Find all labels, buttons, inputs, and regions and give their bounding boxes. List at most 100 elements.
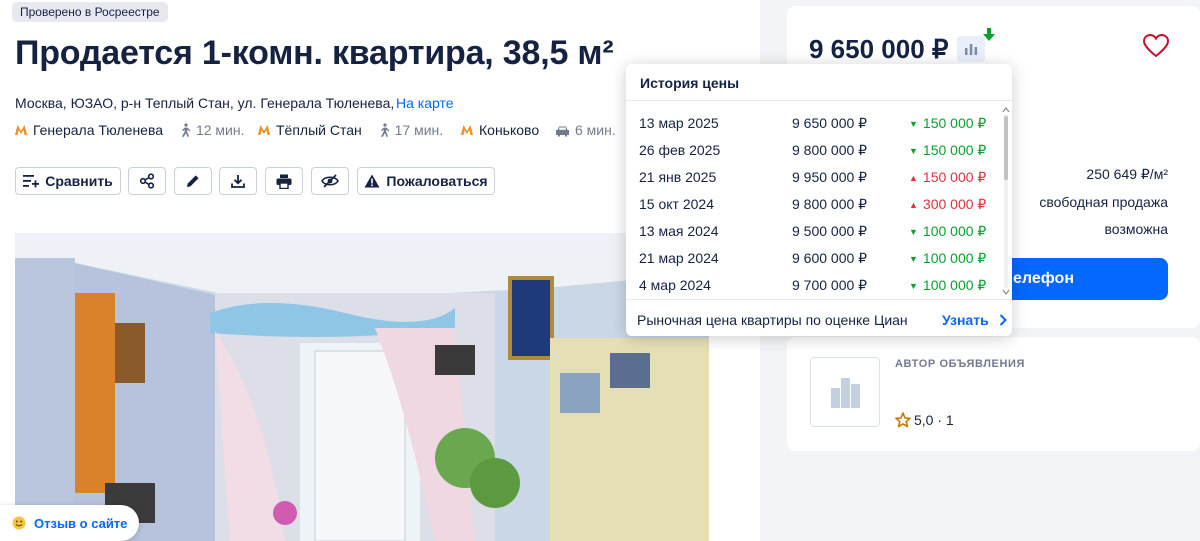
history-price: 9 950 000 ₽ [792, 169, 868, 185]
verified-badge: Проверено в Росреестре [12, 2, 168, 22]
history-row: 4 мар 2024 9 700 000 ₽ ▼ 100 000 ₽ [626, 272, 1002, 298]
history-row: 13 мая 2024 9 500 000 ₽ ▼ 100 000 ₽ [626, 218, 1002, 245]
history-row: 15 окт 2024 9 800 000 ₽ ▲ 300 000 ₽ [626, 191, 1002, 218]
history-date: 13 мая 2024 [639, 223, 719, 239]
divider [626, 299, 1012, 300]
history-change: ▲ 300 000 ₽ [909, 191, 986, 219]
eye-off-icon [321, 174, 339, 188]
increase-icon: ▲ [909, 200, 918, 210]
page-title: Продается 1-комн. квартира, 38,5 м² [15, 34, 614, 72]
increase-icon: ▲ [909, 173, 918, 183]
share-icon [139, 173, 155, 189]
complain-button[interactable]: Пожаловаться [357, 167, 495, 195]
history-date: 13 мар 2025 [639, 115, 719, 131]
metro-item[interactable]: Генерала Тюленева 12 мин. [15, 121, 244, 139]
history-change: ▼ 100 000 ₽ [909, 245, 986, 273]
learn-more-link[interactable]: Узнать [942, 311, 1007, 329]
rating-value: 5,0 · 1 [914, 412, 954, 428]
history-date: 26 фев 2025 [639, 142, 721, 158]
listing-photo[interactable] [15, 233, 709, 541]
metro-time: 17 мин. [394, 122, 444, 138]
history-price: 9 650 000 ₽ [792, 115, 868, 131]
history-scrollbar[interactable] [1002, 106, 1010, 296]
author-avatar[interactable] [810, 357, 880, 427]
history-change: ▲ 150 000 ₽ [909, 164, 986, 192]
author-rating[interactable]: 5,0 · 1 [895, 411, 954, 429]
price-drop-icon [983, 28, 995, 41]
history-change: ▼ 150 000 ₽ [909, 137, 986, 165]
room-photo-image [15, 233, 709, 541]
history-row: 21 янв 2025 9 950 000 ₽ ▲ 150 000 ₽ [626, 164, 1002, 191]
price-history-popup: История цены 13 мар 2025 9 650 000 ₽ ▼ 15… [626, 64, 1012, 336]
scroll-down-icon[interactable] [1002, 288, 1010, 296]
complain-label: Пожаловаться [386, 173, 488, 189]
price-value: 9 650 000 ₽ [809, 34, 949, 64]
share-button[interactable] [128, 167, 166, 195]
price-history-button[interactable] [957, 36, 985, 62]
metro-item[interactable]: Коньково 6 мин. [461, 121, 616, 139]
walk-icon [380, 123, 390, 137]
history-change: ▼ 100 000 ₽ [909, 272, 986, 298]
car-icon [556, 126, 569, 137]
scroll-up-icon[interactable] [1002, 106, 1010, 114]
scroll-thumb[interactable] [1004, 116, 1008, 180]
price-per-m2: 250 649 ₽/м² [1086, 166, 1168, 182]
decrease-icon: ▼ [909, 119, 918, 129]
metro-time: 12 мин. [195, 122, 245, 138]
printer-icon [276, 174, 292, 189]
history-date: 15 окт 2024 [639, 196, 714, 212]
metro-item[interactable]: Тёплый Стан 17 мин. [258, 121, 443, 139]
show-phone-button[interactable]: елефон [987, 258, 1168, 300]
hide-button[interactable] [311, 167, 349, 195]
edit-button[interactable] [174, 167, 212, 195]
market-price-text: Рыночная цена квартиры по оценке Циан [637, 312, 908, 328]
mortgage-status: возможна [1104, 221, 1168, 237]
learn-more-label: Узнать [942, 312, 989, 328]
history-price: 9 800 000 ₽ [792, 142, 868, 158]
popup-title: История цены [640, 75, 740, 91]
metro-time: 6 мин. [575, 122, 616, 138]
decrease-icon: ▼ [909, 227, 918, 237]
author-label: АВТОР ОБЪЯВЛЕНИЯ [895, 358, 1026, 370]
history-date: 21 янв 2025 [639, 169, 717, 185]
author-card: АВТОР ОБЪЯВЛЕНИЯ 5,0 · 1 [787, 337, 1200, 451]
compare-button[interactable]: Сравнить [15, 167, 121, 195]
warning-icon [364, 174, 380, 188]
heart-icon[interactable] [1143, 34, 1169, 58]
decrease-icon: ▼ [909, 146, 918, 156]
history-price: 9 600 000 ₽ [792, 250, 868, 266]
chevron-right-icon [999, 314, 1007, 326]
decrease-icon: ▼ [909, 281, 918, 291]
history-row: 26 фев 2025 9 800 000 ₽ ▼ 150 000 ₽ [626, 137, 1002, 164]
walk-icon [181, 123, 191, 137]
metro-station: Тёплый Стан [276, 122, 362, 138]
building-icon [831, 378, 860, 408]
map-link[interactable]: На карте [396, 94, 454, 112]
metro-station: Генерала Тюленева [33, 122, 164, 138]
price-history-list[interactable]: 13 мар 2025 9 650 000 ₽ ▼ 150 000 ₽ 26 фе… [626, 100, 1002, 298]
compare-icon [23, 175, 40, 188]
smile-icon [12, 516, 26, 530]
sale-type: свободная продажа [1039, 194, 1168, 210]
history-date: 4 мар 2024 [639, 277, 711, 293]
feedback-label: Отзыв о сайте [34, 515, 128, 531]
history-price: 9 700 000 ₽ [792, 277, 868, 293]
bar-chart-icon [965, 44, 978, 55]
decrease-icon: ▼ [909, 254, 918, 264]
metro-icon [258, 125, 270, 135]
history-price: 9 800 000 ₽ [792, 196, 868, 212]
metro-icon [461, 125, 473, 135]
download-icon [231, 175, 245, 188]
pencil-icon [187, 175, 199, 187]
star-icon [895, 412, 911, 428]
site-feedback-button[interactable]: Отзыв о сайте [0, 505, 140, 541]
download-button[interactable] [219, 167, 257, 195]
address-text: Москва, ЮЗАО, р-н Теплый Стан, ул. Генер… [15, 95, 395, 111]
history-change: ▼ 150 000 ₽ [909, 110, 986, 138]
print-button[interactable] [265, 167, 303, 195]
history-row: 13 мар 2025 9 650 000 ₽ ▼ 150 000 ₽ [626, 110, 1002, 137]
metro-station: Коньково [479, 122, 540, 138]
history-row: 21 мар 2024 9 600 000 ₽ ▼ 100 000 ₽ [626, 245, 1002, 272]
compare-label: Сравнить [45, 173, 113, 189]
history-price: 9 500 000 ₽ [792, 223, 868, 239]
